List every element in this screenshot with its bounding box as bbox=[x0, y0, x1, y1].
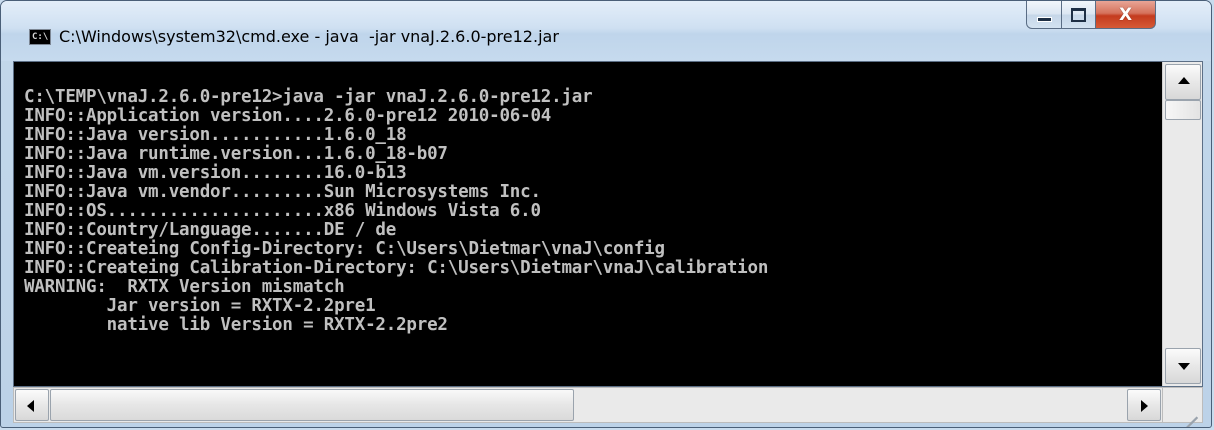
window-title: C:\Windows\system32\cmd.exe - java -jar … bbox=[59, 27, 559, 46]
minimize-button[interactable] bbox=[1026, 1, 1062, 29]
horizontal-scroll-thumb[interactable] bbox=[50, 389, 574, 421]
console-line: INFO::Createing Calibration-Directory: C… bbox=[24, 258, 769, 278]
arrow-up-icon bbox=[1178, 77, 1190, 84]
maximize-button[interactable] bbox=[1062, 1, 1096, 29]
arrow-right-icon bbox=[1141, 400, 1148, 412]
console-line: INFO::Java vm.vendor.........Sun Microsy… bbox=[24, 182, 541, 202]
minimize-icon bbox=[1036, 17, 1052, 22]
console-line: native lib Version = RXTX-2.2pre2 bbox=[24, 315, 448, 335]
console-line: INFO::Createing Config-Directory: C:\Use… bbox=[24, 239, 665, 259]
resize-grip[interactable] bbox=[1163, 387, 1203, 427]
console-output[interactable]: C:\TEMP\vnaJ.2.6.0-pre12>java -jar vnaJ.… bbox=[14, 62, 1162, 386]
close-icon: X bbox=[1118, 4, 1133, 25]
maximize-icon bbox=[1071, 7, 1086, 22]
close-button[interactable]: X bbox=[1096, 1, 1156, 29]
scroll-right-button[interactable] bbox=[1127, 389, 1161, 421]
title-bar[interactable]: C:\ C:\Windows\system32\cmd.exe - java -… bbox=[1, 1, 1211, 61]
caption-buttons: X bbox=[1026, 1, 1156, 31]
vertical-scroll-thumb[interactable] bbox=[1165, 100, 1201, 120]
vertical-scrollbar[interactable] bbox=[1162, 62, 1202, 386]
arrow-down-icon bbox=[1178, 363, 1190, 370]
grip-line bbox=[1189, 416, 1198, 426]
console-line: INFO::Java runtime.version...1.6.0_18-b0… bbox=[24, 144, 448, 164]
scroll-down-button[interactable] bbox=[1165, 348, 1201, 384]
console-line: WARNING: RXTX Version mismatch bbox=[24, 277, 345, 297]
console-window: C:\ C:\Windows\system32\cmd.exe - java -… bbox=[0, 0, 1212, 428]
console-client-area: C:\TEMP\vnaJ.2.6.0-pre12>java -jar vnaJ.… bbox=[13, 61, 1203, 387]
console-line: INFO::Java version...........1.6.0_18 bbox=[24, 125, 407, 145]
console-line: INFO::Java vm.version........16.0-b13 bbox=[24, 163, 407, 183]
scroll-left-button[interactable] bbox=[15, 389, 49, 421]
horizontal-scrollbar[interactable] bbox=[13, 387, 1163, 423]
console-line: INFO::Application version....2.6.0-pre12… bbox=[24, 106, 552, 126]
console-line: INFO::OS.....................x86 Windows… bbox=[24, 201, 541, 221]
console-line: Jar version = RXTX-2.2pre1 bbox=[24, 296, 376, 316]
scroll-up-button[interactable] bbox=[1165, 64, 1201, 100]
cmd-icon-label: C:\ bbox=[32, 32, 49, 42]
console-line: C:\TEMP\vnaJ.2.6.0-pre12>java -jar vnaJ.… bbox=[24, 87, 593, 107]
console-line: INFO::Country/Language.......DE / de bbox=[24, 220, 397, 240]
arrow-left-icon bbox=[27, 400, 34, 412]
cmd-icon[interactable]: C:\ bbox=[29, 29, 51, 45]
